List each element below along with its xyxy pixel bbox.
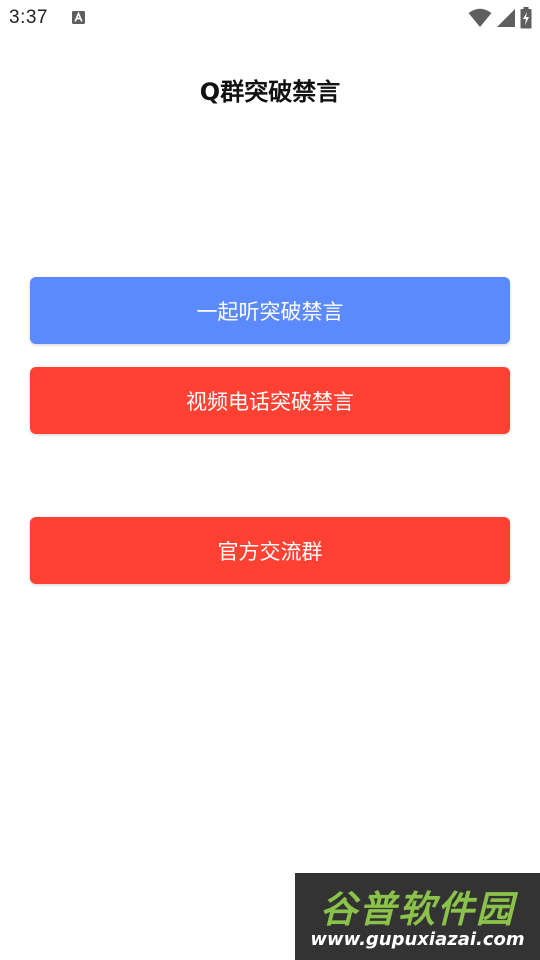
page-title: Q群突破禁言 [199,78,341,106]
status-bar: 3:37 [0,0,540,36]
status-time: 3:37 [9,7,48,28]
signal-icon [497,9,515,27]
listen-together-button[interactable]: 一起听突破禁言 [30,277,510,344]
watermark-url: www.gupuxiazai.com [310,929,525,950]
battery-charging-icon [520,7,532,29]
watermark-logo: 谷普软件园 www.gupuxiazai.com [295,873,540,960]
notification-a-icon [72,11,85,24]
official-group-button[interactable]: 官方交流群 [30,517,510,584]
watermark-brand: 谷普软件园 [320,888,515,931]
wifi-icon [468,8,492,27]
video-call-button[interactable]: 视频电话突破禁言 [30,367,510,434]
status-icons [468,7,532,29]
